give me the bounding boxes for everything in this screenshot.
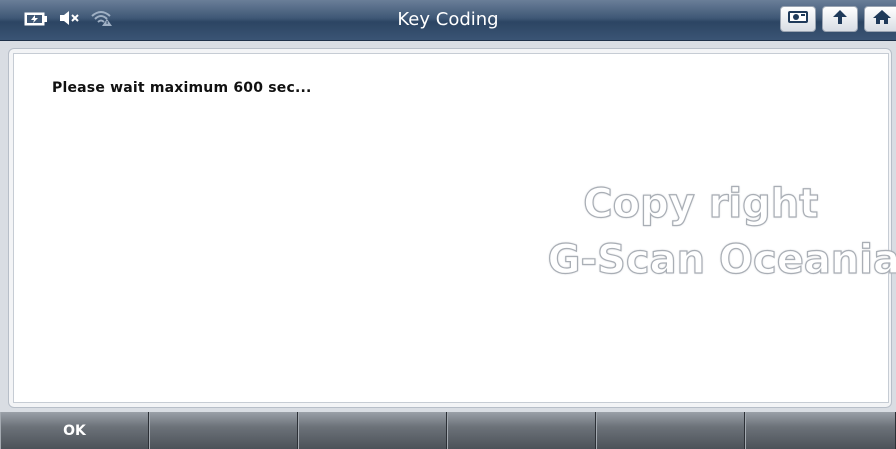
home-button[interactable] bbox=[864, 6, 896, 32]
page-title: Key Coding bbox=[397, 9, 499, 30]
softkey-3[interactable] bbox=[298, 412, 447, 449]
softkey-2[interactable] bbox=[149, 412, 298, 449]
softkey-6[interactable] bbox=[745, 412, 896, 449]
title-bar: Key Coding bbox=[0, 0, 896, 41]
home-icon bbox=[872, 9, 892, 29]
softkey-bar: OK bbox=[0, 412, 896, 449]
back-button[interactable] bbox=[822, 6, 858, 32]
capture-button[interactable] bbox=[780, 6, 816, 32]
softkey-4[interactable] bbox=[447, 412, 596, 449]
arrow-up-back-icon bbox=[830, 9, 850, 29]
softkey-ok[interactable]: OK bbox=[0, 412, 149, 449]
softkey-5[interactable] bbox=[596, 412, 745, 449]
title-bar-buttons bbox=[780, 6, 896, 32]
message-panel: Please wait maximum 600 sec... bbox=[13, 53, 889, 403]
camera-icon bbox=[787, 9, 809, 29]
wait-message: Please wait maximum 600 sec... bbox=[52, 80, 312, 96]
